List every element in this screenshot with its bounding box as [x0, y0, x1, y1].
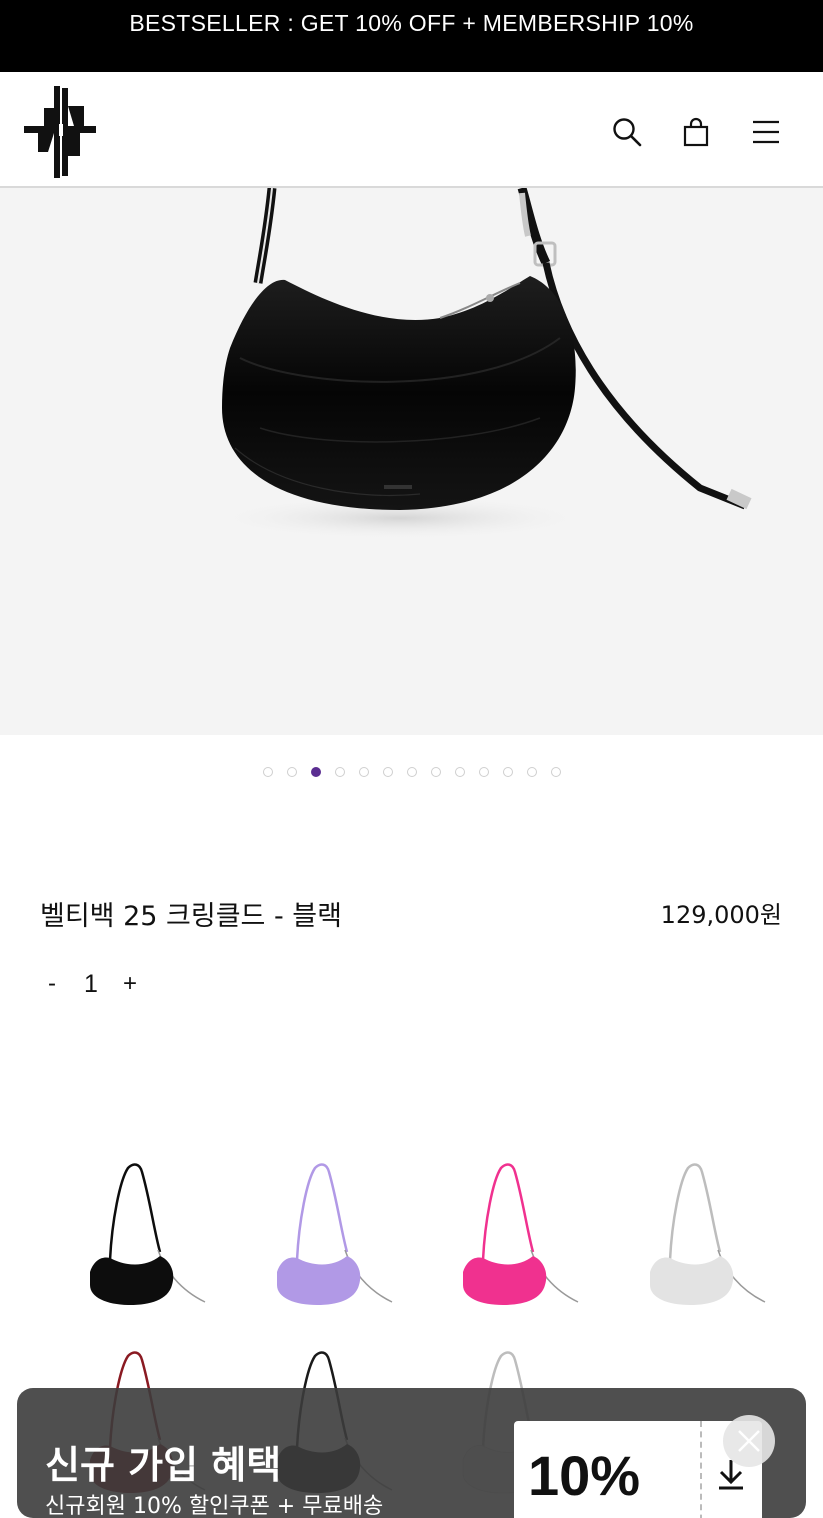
product-image[interactable] — [0, 188, 823, 735]
color-swatch-black[interactable] — [80, 1160, 220, 1320]
carousel-dot[interactable] — [334, 767, 345, 777]
site-header — [0, 72, 823, 188]
popup-close-button[interactable] — [723, 1415, 775, 1467]
carousel-dot[interactable] — [454, 767, 465, 777]
quantity-decrease-button[interactable]: - — [40, 970, 64, 998]
quantity-increase-button[interactable]: + — [118, 970, 142, 998]
carousel-dot[interactable] — [358, 767, 369, 777]
coupon-divider — [700, 1421, 702, 1518]
carousel-dot[interactable] — [430, 767, 441, 777]
carousel-dot[interactable] — [406, 767, 417, 777]
color-swatch-lavender[interactable] — [267, 1160, 407, 1320]
product-name: 벨티백 25 크링클드 - 블랙 — [40, 901, 342, 932]
color-swatch-silver[interactable] — [640, 1160, 780, 1320]
signup-benefit-popup[interactable]: 신규 가입 혜택 신규회원 10% 할인쿠폰 + 무료배송 10% — [17, 1388, 806, 1518]
popup-title: 신규 가입 혜택 — [45, 1443, 282, 1487]
carousel-dot[interactable] — [526, 767, 537, 777]
search-icon[interactable] — [611, 116, 643, 148]
menu-icon[interactable] — [750, 116, 782, 148]
color-swatch-pink[interactable] — [453, 1160, 593, 1320]
product-price: 129,000원 — [660, 901, 782, 929]
carousel-dots — [0, 767, 823, 779]
announcement-bar[interactable]: BESTSELLER : GET 10% OFF + MEMBERSHIP 10… — [0, 0, 823, 72]
carousel-dot[interactable] — [382, 767, 393, 777]
coupon-value: 10% — [528, 1444, 641, 1507]
announcement-text: BESTSELLER : GET 10% OFF + MEMBERSHIP 10… — [129, 10, 694, 36]
shopping-bag-icon[interactable] — [680, 116, 712, 148]
carousel-dot[interactable] — [262, 767, 273, 777]
carousel-dot[interactable] — [502, 767, 513, 777]
carousel-dot[interactable] — [286, 767, 297, 777]
quantity-value[interactable]: 1 — [64, 970, 118, 999]
popup-subtitle: 신규회원 10% 할인쿠폰 + 무료배송 — [45, 1494, 384, 1518]
close-icon — [738, 1430, 760, 1452]
quantity-stepper: - 1 + — [40, 966, 142, 1002]
carousel-dot[interactable] — [550, 767, 561, 777]
carousel-dot[interactable] — [478, 767, 489, 777]
carousel-dot[interactable] — [310, 767, 321, 777]
brand-logo[interactable] — [24, 86, 96, 178]
